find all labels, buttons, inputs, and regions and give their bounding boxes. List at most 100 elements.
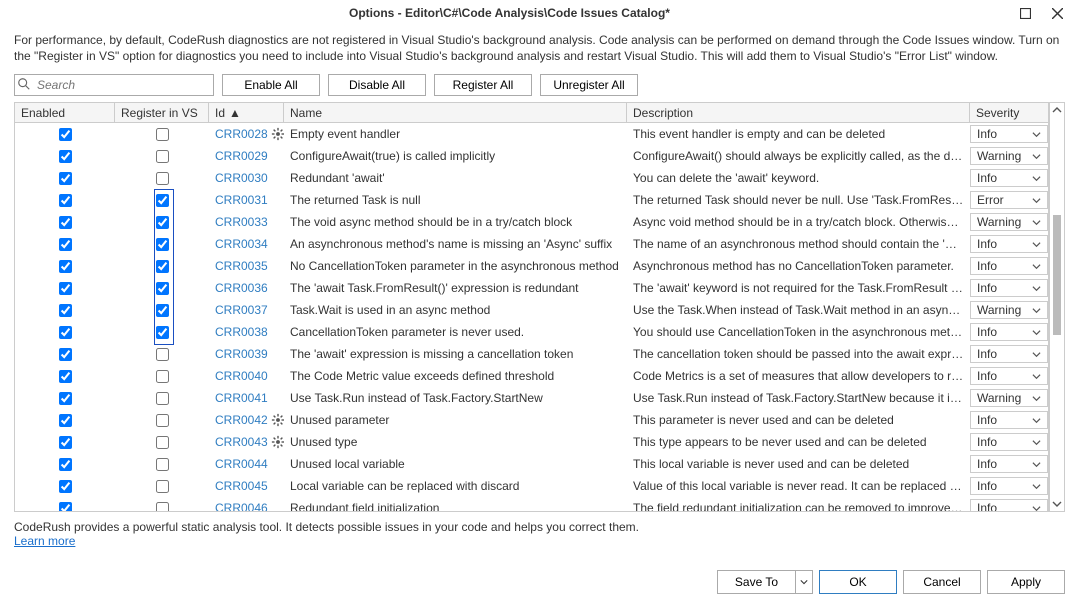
issue-id-link[interactable]: CRR0043 bbox=[215, 435, 268, 449]
chevron-down-icon[interactable] bbox=[1032, 416, 1041, 425]
chevron-down-icon[interactable] bbox=[1032, 152, 1041, 161]
chevron-down-icon[interactable] bbox=[1032, 218, 1041, 227]
enabled-checkbox[interactable] bbox=[59, 260, 72, 273]
enabled-checkbox[interactable] bbox=[59, 150, 72, 163]
register-checkbox[interactable] bbox=[156, 458, 169, 471]
enabled-checkbox[interactable] bbox=[59, 304, 72, 317]
header-id[interactable]: Id▲ bbox=[209, 103, 284, 122]
register-checkbox[interactable] bbox=[156, 238, 169, 251]
chevron-down-icon[interactable] bbox=[1032, 372, 1041, 381]
enabled-checkbox[interactable] bbox=[59, 326, 72, 339]
register-checkbox[interactable] bbox=[156, 436, 169, 449]
register-all-button[interactable]: Register All bbox=[434, 74, 532, 96]
issue-id-link[interactable]: CRR0034 bbox=[215, 237, 268, 251]
issue-id-link[interactable]: CRR0033 bbox=[215, 215, 268, 229]
issue-id-link[interactable]: CRR0040 bbox=[215, 369, 268, 383]
enabled-checkbox[interactable] bbox=[59, 480, 72, 493]
register-checkbox[interactable] bbox=[156, 216, 169, 229]
register-checkbox[interactable] bbox=[156, 150, 169, 163]
severity-dropdown[interactable]: Info bbox=[970, 257, 1048, 275]
register-checkbox[interactable] bbox=[156, 392, 169, 405]
chevron-down-icon[interactable] bbox=[1032, 306, 1041, 315]
register-checkbox[interactable] bbox=[156, 172, 169, 185]
chevron-down-icon[interactable] bbox=[1032, 130, 1041, 139]
severity-dropdown[interactable]: Info bbox=[970, 499, 1048, 511]
scrollbar-thumb[interactable] bbox=[1053, 215, 1061, 335]
table-row[interactable]: CRR0036The 'await Task.FromResult()' exp… bbox=[15, 277, 1048, 299]
issue-id-link[interactable]: CRR0037 bbox=[215, 303, 268, 317]
register-checkbox[interactable] bbox=[156, 128, 169, 141]
search-input[interactable] bbox=[14, 74, 214, 96]
chevron-down-icon[interactable] bbox=[1032, 350, 1041, 359]
chevron-down-icon[interactable] bbox=[1032, 394, 1041, 403]
severity-dropdown[interactable]: Info bbox=[970, 433, 1048, 451]
table-row[interactable]: CRR0046Redundant field initializationThe… bbox=[15, 497, 1048, 511]
header-severity[interactable]: Severity bbox=[970, 103, 1048, 122]
header-description[interactable]: Description bbox=[627, 103, 970, 122]
enabled-checkbox[interactable] bbox=[59, 194, 72, 207]
enabled-checkbox[interactable] bbox=[59, 348, 72, 361]
chevron-down-icon[interactable] bbox=[1032, 262, 1041, 271]
chevron-down-icon[interactable] bbox=[1032, 460, 1041, 469]
severity-dropdown[interactable]: Info bbox=[970, 235, 1048, 253]
table-row[interactable]: CRR0044Unused local variableThis local v… bbox=[15, 453, 1048, 475]
register-checkbox[interactable] bbox=[156, 282, 169, 295]
table-row[interactable]: CRR0038CancellationToken parameter is ne… bbox=[15, 321, 1048, 343]
table-row[interactable]: CRR0039The 'await' expression is missing… bbox=[15, 343, 1048, 365]
severity-dropdown[interactable]: Warning bbox=[970, 147, 1048, 165]
chevron-down-icon[interactable] bbox=[1032, 482, 1041, 491]
severity-dropdown[interactable]: Error bbox=[970, 191, 1048, 209]
table-row[interactable]: CRR0035No CancellationToken parameter in… bbox=[15, 255, 1048, 277]
table-row[interactable]: CRR0034An asynchronous method's name is … bbox=[15, 233, 1048, 255]
learn-more-link[interactable]: Learn more bbox=[14, 534, 75, 548]
table-row[interactable]: CRR0029ConfigureAwait(true) is called im… bbox=[15, 145, 1048, 167]
enabled-checkbox[interactable] bbox=[59, 370, 72, 383]
scroll-down-icon[interactable] bbox=[1052, 499, 1062, 509]
table-row[interactable]: CRR0028Empty event handlerThis event han… bbox=[15, 123, 1048, 145]
severity-dropdown[interactable]: Warning bbox=[970, 389, 1048, 407]
register-checkbox[interactable] bbox=[156, 326, 169, 339]
issue-id-link[interactable]: CRR0036 bbox=[215, 281, 268, 295]
enabled-checkbox[interactable] bbox=[59, 502, 72, 512]
severity-dropdown[interactable]: Info bbox=[970, 345, 1048, 363]
chevron-down-icon[interactable] bbox=[1032, 328, 1041, 337]
header-enabled[interactable]: Enabled bbox=[15, 103, 115, 122]
chevron-down-icon[interactable] bbox=[1032, 284, 1041, 293]
enabled-checkbox[interactable] bbox=[59, 392, 72, 405]
chevron-down-icon[interactable] bbox=[1032, 196, 1041, 205]
register-checkbox[interactable] bbox=[156, 260, 169, 273]
table-row[interactable]: CRR0033The void async method should be i… bbox=[15, 211, 1048, 233]
table-row[interactable]: CRR0045Local variable can be replaced wi… bbox=[15, 475, 1048, 497]
severity-dropdown[interactable]: Info bbox=[970, 169, 1048, 187]
issue-id-link[interactable]: CRR0029 bbox=[215, 149, 268, 163]
severity-dropdown[interactable]: Info bbox=[970, 125, 1048, 143]
severity-dropdown[interactable]: Info bbox=[970, 323, 1048, 341]
register-checkbox[interactable] bbox=[156, 348, 169, 361]
apply-button[interactable]: Apply bbox=[987, 570, 1065, 594]
table-row[interactable]: CRR0040The Code Metric value exceeds def… bbox=[15, 365, 1048, 387]
table-row[interactable]: CRR0042Unused parameterThis parameter is… bbox=[15, 409, 1048, 431]
enabled-checkbox[interactable] bbox=[59, 238, 72, 251]
register-checkbox[interactable] bbox=[156, 502, 169, 512]
issue-id-link[interactable]: CRR0041 bbox=[215, 391, 268, 405]
chevron-down-icon[interactable] bbox=[1032, 240, 1041, 249]
vertical-scrollbar[interactable] bbox=[1049, 102, 1065, 512]
issue-id-link[interactable]: CRR0042 bbox=[215, 413, 268, 427]
save-to-dropdown[interactable] bbox=[795, 570, 813, 594]
issue-id-link[interactable]: CRR0039 bbox=[215, 347, 268, 361]
table-row[interactable]: CRR0030Redundant 'await'You can delete t… bbox=[15, 167, 1048, 189]
issue-id-link[interactable]: CRR0031 bbox=[215, 193, 268, 207]
severity-dropdown[interactable]: Info bbox=[970, 411, 1048, 429]
severity-dropdown[interactable]: Info bbox=[970, 455, 1048, 473]
severity-dropdown[interactable]: Warning bbox=[970, 213, 1048, 231]
register-checkbox[interactable] bbox=[156, 194, 169, 207]
enabled-checkbox[interactable] bbox=[59, 458, 72, 471]
cancel-button[interactable]: Cancel bbox=[903, 570, 981, 594]
issue-id-link[interactable]: CRR0028 bbox=[215, 127, 268, 141]
enabled-checkbox[interactable] bbox=[59, 436, 72, 449]
issue-id-link[interactable]: CRR0030 bbox=[215, 171, 268, 185]
severity-dropdown[interactable]: Info bbox=[970, 279, 1048, 297]
save-to-button[interactable]: Save To bbox=[717, 570, 795, 594]
enabled-checkbox[interactable] bbox=[59, 216, 72, 229]
chevron-down-icon[interactable] bbox=[1032, 438, 1041, 447]
